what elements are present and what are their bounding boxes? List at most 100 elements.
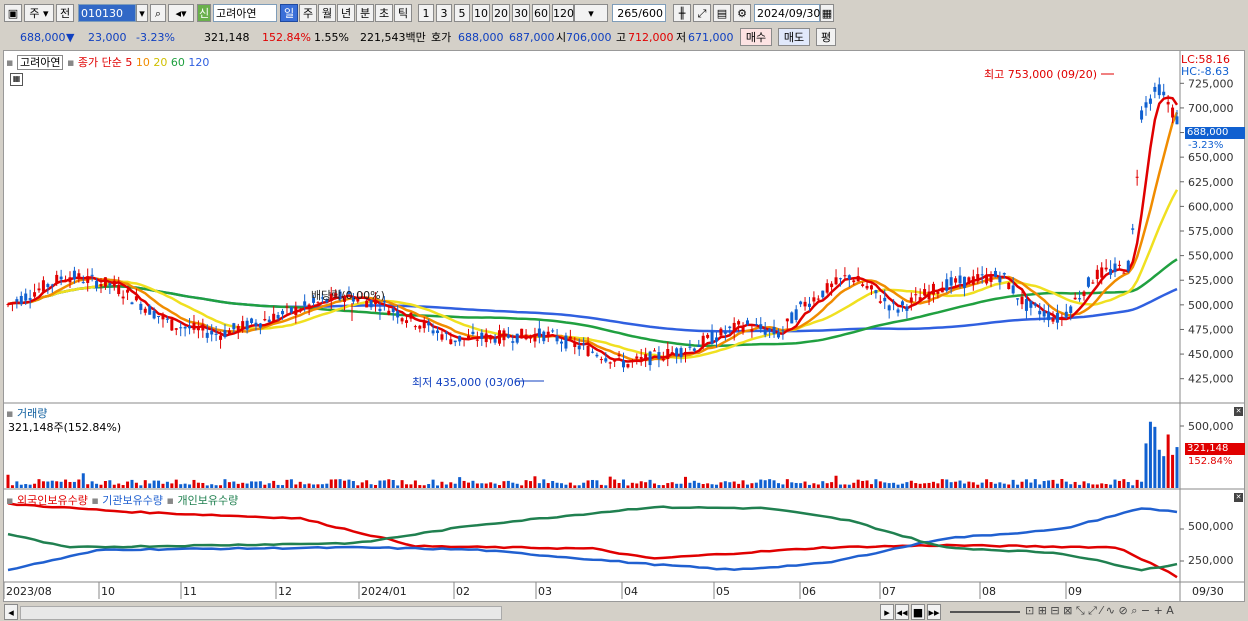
period-tab[interactable]: 주 [299, 4, 317, 22]
volume-bar [1024, 479, 1028, 488]
calendar-icon[interactable]: ▦ [820, 4, 834, 22]
price-tick-label: 575,000 [1188, 225, 1234, 238]
candle-body [838, 278, 842, 280]
rewind-icon[interactable]: ◂◂ [895, 604, 909, 620]
data-count-field[interactable]: 265/600 [612, 4, 666, 22]
candle-body [923, 289, 927, 296]
scroll-left-icon[interactable]: ◂ [4, 604, 18, 620]
chart-area[interactable]: 725,000700,000675,000650,000625,000600,0… [3, 50, 1245, 602]
close-panel-icon[interactable]: ✕ [1234, 493, 1243, 502]
candle-body [475, 339, 479, 341]
candle-body [81, 282, 85, 284]
candle-body [985, 274, 989, 284]
volume-bar [763, 480, 767, 488]
all-button[interactable]: 전 [56, 4, 74, 22]
volume-bar [99, 484, 103, 488]
scroll-right-icon[interactable]: ▸ [880, 604, 894, 620]
candle-body [914, 294, 918, 296]
drawing-tools-icon[interactable]: ⊡ ⊞ ⊟ ⊠ ⤡ ⤢ ⁄ ∿ ⊘ ⌕ − + A [1025, 604, 1174, 618]
volume-bar [343, 480, 347, 488]
interval-button[interactable]: 5 [454, 4, 470, 22]
candle-body [19, 295, 23, 304]
speaker-icon[interactable]: ◂▾ [168, 4, 194, 22]
interval-button[interactable]: 120 [552, 4, 574, 22]
forward-icon[interactable]: ▸▸ [927, 604, 941, 620]
volume-bar [976, 484, 980, 488]
save-icon[interactable]: ▤ [713, 4, 731, 22]
volume-bar [484, 483, 488, 488]
x-axis-label: 06 [802, 585, 816, 598]
zoom-slider[interactable] [950, 611, 1020, 613]
candle-icon[interactable]: ╫ [673, 4, 691, 22]
volume-bar [586, 480, 590, 488]
candle-body [878, 301, 882, 303]
candle-body [117, 284, 121, 295]
interval-button[interactable]: 30 [512, 4, 530, 22]
volume-bar [245, 483, 249, 488]
market-type-select[interactable]: 주 ▾ [24, 4, 54, 22]
gear-icon[interactable]: ⚙ [733, 4, 751, 22]
search-icon[interactable]: ⌕ [150, 4, 166, 22]
sell-button[interactable]: 매도 [778, 28, 810, 46]
eval-button[interactable]: 평 [816, 28, 836, 46]
candle-body [1144, 102, 1148, 108]
period-tab[interactable]: 월 [318, 4, 336, 22]
volume-bar [759, 479, 763, 488]
interval-button[interactable]: 3 [436, 4, 452, 22]
period-tab[interactable]: 초 [375, 4, 393, 22]
volume-bar [223, 479, 227, 488]
stop-icon[interactable]: ■ [911, 604, 925, 620]
holding-ytick-1: 500,000 [1188, 520, 1234, 533]
candle-body [892, 302, 896, 304]
volume-bar [1148, 421, 1152, 488]
volume-bar [573, 485, 577, 488]
period-tab[interactable]: 일 [280, 4, 298, 22]
stock-name-field[interactable]: 고려아연 [213, 4, 277, 22]
volume-bar [112, 484, 116, 488]
candle-body [719, 328, 723, 336]
volume-bar [772, 480, 776, 488]
interval-button[interactable]: 20 [492, 4, 510, 22]
candle-body [188, 326, 192, 329]
interval-button[interactable]: 60 [532, 4, 550, 22]
volume-bar [183, 483, 187, 488]
buy-button[interactable]: 매수 [740, 28, 772, 46]
institution-line [7, 507, 1178, 572]
period-tab[interactable]: 년 [337, 4, 355, 22]
candle-body [272, 313, 276, 323]
volume-bar [320, 484, 324, 488]
new-badge: 신 [197, 4, 211, 22]
interval-dropdown[interactable]: ▾ [574, 4, 608, 22]
candle-body [621, 360, 625, 368]
code-dropdown-icon[interactable]: ▾ [136, 4, 148, 22]
candle-body [847, 275, 851, 280]
candle-body [931, 283, 935, 295]
stock-code-input[interactable]: 010130 [78, 4, 136, 22]
candle-body [148, 305, 152, 315]
window-icon[interactable]: ▣ [4, 4, 22, 22]
candle-body [471, 331, 475, 335]
candle-body [905, 306, 909, 311]
period-tab[interactable]: 분 [356, 4, 374, 22]
candle-body [670, 352, 674, 354]
volume-bar [134, 482, 138, 488]
candle-body [688, 346, 692, 348]
candle-body [825, 283, 829, 293]
candle-body [391, 308, 395, 313]
draw-icon[interactable]: ⤢ [693, 4, 711, 22]
close-panel-icon[interactable]: ✕ [1234, 407, 1243, 416]
volume-bar [781, 484, 785, 488]
chart-canvas[interactable]: 725,000700,000675,000650,000625,000600,0… [4, 51, 1244, 601]
volume-bar [471, 480, 475, 488]
interval-button[interactable]: 10 [472, 4, 490, 22]
candle-body [298, 310, 302, 312]
volume-bar [847, 484, 851, 488]
table-icon[interactable]: ▦ [10, 73, 23, 86]
volume-bar [962, 483, 966, 488]
volume-bar [621, 479, 625, 488]
interval-button[interactable]: 1 [418, 4, 434, 22]
date-input[interactable]: 2024/09/30 [754, 4, 820, 22]
period-tab[interactable]: 틱 [394, 4, 412, 22]
volume-bar [329, 479, 333, 488]
scroll-track[interactable] [20, 606, 502, 620]
